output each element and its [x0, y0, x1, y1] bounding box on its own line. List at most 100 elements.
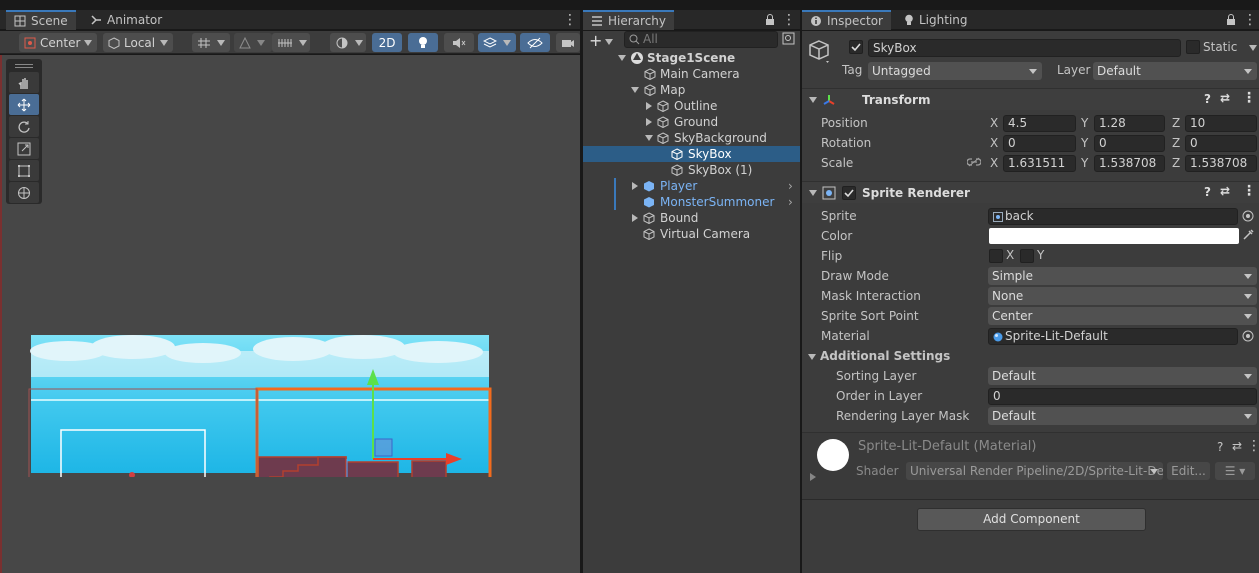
hierarchy-item-map[interactable]: Map: [583, 82, 800, 98]
tab-inspector[interactable]: Inspector: [802, 10, 891, 30]
chevron-down-icon[interactable]: [1249, 45, 1257, 51]
toggle-2d-button[interactable]: 2D: [372, 33, 402, 52]
increment-snap-button[interactable]: [234, 33, 272, 52]
chevron-right-icon[interactable]: [632, 182, 638, 190]
hierarchy-item-skybackground[interactable]: SkyBackground: [583, 130, 800, 146]
create-button[interactable]: +: [589, 31, 614, 50]
rendering-layer-mask-dropdown[interactable]: Default: [988, 407, 1257, 425]
space-dropdown[interactable]: Local: [103, 33, 173, 52]
sorting-layer-dropdown[interactable]: Default: [988, 367, 1257, 385]
gameobject-large-icon[interactable]: [808, 39, 832, 65]
component-menu-icon[interactable]: ⋮: [1247, 438, 1259, 454]
shader-options-button[interactable]: ☰ ▾: [1215, 462, 1255, 480]
position-z-field[interactable]: 10: [1185, 115, 1257, 132]
camera-button[interactable]: [556, 33, 580, 52]
transform-header[interactable]: Transform ? ⇄ ⋮: [802, 88, 1259, 110]
component-menu-icon[interactable]: ⋮: [1242, 90, 1256, 106]
audio-toggle-button[interactable]: [444, 33, 474, 52]
preset-icon[interactable]: ⇄: [1220, 91, 1230, 105]
object-name-field[interactable]: SkyBox: [868, 39, 1181, 57]
tab-scene[interactable]: Scene: [6, 10, 76, 30]
tab-lighting[interactable]: Lighting: [896, 10, 976, 30]
scale-y-field[interactable]: 1.538708: [1094, 155, 1165, 172]
material-field[interactable]: Sprite-Lit-Default: [988, 328, 1238, 345]
hierarchy-item-skybox-selected[interactable]: SkyBox: [583, 146, 800, 162]
hierarchy-item-main-camera[interactable]: Main Camera: [583, 66, 800, 82]
help-icon[interactable]: ?: [1217, 440, 1223, 454]
lighting-toggle-button[interactable]: [408, 33, 438, 52]
preset-icon[interactable]: ⇄: [1232, 439, 1242, 453]
inspector-menu-icon[interactable]: ⋮: [1243, 12, 1257, 28]
rotation-z-field[interactable]: 0: [1185, 135, 1257, 152]
chevron-right-icon[interactable]: [632, 214, 638, 222]
chevron-right-icon[interactable]: [810, 473, 816, 481]
rotate-tool-button[interactable]: [9, 116, 39, 137]
effects-toggle-button[interactable]: [478, 33, 516, 52]
chevron-down-icon[interactable]: [645, 135, 653, 141]
chevron-right-icon[interactable]: ›: [788, 178, 793, 194]
chevron-down-icon[interactable]: [618, 55, 626, 61]
chevron-right-icon[interactable]: [646, 102, 652, 110]
sprite-sort-point-dropdown[interactable]: Center: [988, 307, 1257, 325]
transform-tool-button[interactable]: [9, 182, 39, 203]
help-icon[interactable]: ?: [1204, 185, 1211, 199]
chevron-down-icon[interactable]: [631, 87, 639, 93]
grid-snap-button[interactable]: [192, 33, 230, 52]
hierarchy-item-ground[interactable]: Ground: [583, 114, 800, 130]
hierarchy-item-virtual-camera[interactable]: Virtual Camera: [583, 226, 800, 242]
tag-dropdown[interactable]: Untagged: [868, 62, 1042, 80]
hierarchy-item-outline[interactable]: Outline: [583, 98, 800, 114]
draw-mode-dropdown[interactable]: Simple: [988, 267, 1257, 285]
pivot-dropdown[interactable]: Center: [19, 33, 97, 52]
hierarchy-scene-root[interactable]: Stage1Scene: [583, 50, 800, 66]
active-checkbox[interactable]: [849, 40, 863, 54]
shader-dropdown[interactable]: Universal Render Pipeline/2D/Sprite-Lit-…: [906, 462, 1163, 480]
sprite-field[interactable]: back: [988, 208, 1238, 225]
scale-tool-button[interactable]: [9, 138, 39, 159]
flip-x-checkbox[interactable]: [989, 249, 1003, 263]
draw-mode-button[interactable]: [330, 33, 366, 52]
rotation-x-field[interactable]: 0: [1003, 135, 1076, 152]
link-icon[interactable]: [967, 157, 981, 167]
hierarchy-menu-icon[interactable]: ⋮: [782, 12, 796, 28]
grid-visibility-button[interactable]: [272, 33, 310, 52]
gizmo-plane-handle[interactable]: [374, 438, 393, 457]
sprite-renderer-header[interactable]: Sprite Renderer ? ⇄ ⋮: [802, 181, 1259, 203]
preset-icon[interactable]: ⇄: [1220, 184, 1230, 198]
lock-icon[interactable]: [765, 14, 775, 26]
scene-menu-icon[interactable]: ⋮: [563, 12, 577, 28]
static-checkbox[interactable]: [1186, 40, 1200, 54]
scale-x-field[interactable]: 1.631511: [1003, 155, 1076, 172]
scale-z-field[interactable]: 1.538708: [1185, 155, 1257, 172]
chevron-right-icon[interactable]: [646, 118, 652, 126]
object-picker-icon[interactable]: [1242, 330, 1254, 342]
hierarchy-item-player[interactable]: Player ›: [583, 178, 800, 194]
lock-icon[interactable]: [1226, 14, 1236, 26]
palette-grip[interactable]: [9, 61, 39, 70]
component-menu-icon[interactable]: ⋮: [1242, 183, 1256, 199]
scene-view[interactable]: [0, 55, 580, 573]
layer-dropdown[interactable]: Default: [1093, 62, 1257, 80]
hierarchy-search-input[interactable]: All: [624, 31, 778, 48]
eyedropper-icon[interactable]: [1242, 229, 1254, 241]
position-x-field[interactable]: 4.5: [1003, 115, 1076, 132]
rotation-y-field[interactable]: 0: [1094, 135, 1165, 152]
hierarchy-item-monstersummoner[interactable]: MonsterSummoner ›: [583, 194, 800, 210]
rect-tool-button[interactable]: [9, 160, 39, 181]
visibility-toggle-button[interactable]: [520, 33, 550, 52]
add-component-button[interactable]: Add Component: [917, 508, 1146, 531]
chevron-down-icon[interactable]: [809, 190, 817, 196]
order-in-layer-field[interactable]: 0: [988, 388, 1257, 405]
chevron-right-icon[interactable]: ›: [788, 194, 793, 210]
sprite-renderer-enabled-checkbox[interactable]: [842, 186, 856, 200]
position-y-field[interactable]: 1.28: [1094, 115, 1165, 132]
mask-interaction-dropdown[interactable]: None: [988, 287, 1257, 305]
search-options-icon[interactable]: [782, 32, 795, 45]
tab-hierarchy[interactable]: Hierarchy: [583, 10, 675, 30]
object-picker-icon[interactable]: [1242, 210, 1254, 222]
move-tool-button[interactable]: [9, 94, 39, 115]
tab-animator[interactable]: Animator: [82, 10, 170, 30]
hierarchy-item-bound[interactable]: Bound: [583, 210, 800, 226]
flip-y-checkbox[interactable]: [1020, 249, 1034, 263]
shader-edit-button[interactable]: Edit...: [1167, 462, 1210, 480]
